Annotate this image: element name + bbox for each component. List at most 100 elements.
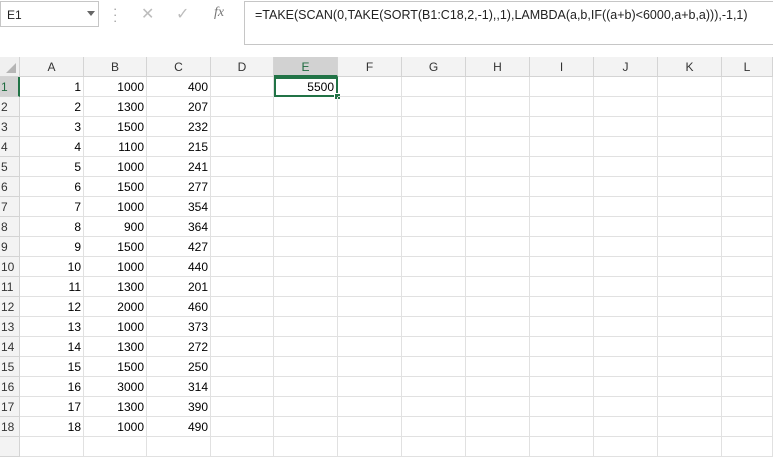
- name-box[interactable]: E1: [0, 1, 99, 27]
- cell-b18[interactable]: 1000: [84, 417, 147, 437]
- cell-l7[interactable]: [722, 197, 773, 217]
- cell-e16[interactable]: [274, 377, 338, 397]
- cell-c13[interactable]: 373: [147, 317, 211, 337]
- cell-i16[interactable]: [530, 377, 594, 397]
- cell-j11[interactable]: [594, 277, 658, 297]
- row-header[interactable]: 17: [0, 397, 20, 417]
- column-header-h[interactable]: H: [466, 57, 530, 77]
- insert-function-button[interactable]: fx: [214, 5, 224, 21]
- cell-e19[interactable]: [274, 437, 338, 457]
- cell-a6[interactable]: 6: [20, 177, 84, 197]
- column-header-b[interactable]: B: [84, 57, 147, 77]
- cell-b3[interactable]: 1500: [84, 117, 147, 137]
- column-header-f[interactable]: F: [338, 57, 402, 77]
- cell-l12[interactable]: [722, 297, 773, 317]
- cell-g3[interactable]: [402, 117, 466, 137]
- row-header[interactable]: 6: [0, 177, 20, 197]
- cell-k3[interactable]: [658, 117, 722, 137]
- cell-d14[interactable]: [211, 337, 274, 357]
- cell-j10[interactable]: [594, 257, 658, 277]
- cell-k16[interactable]: [658, 377, 722, 397]
- cell-l2[interactable]: [722, 97, 773, 117]
- cell-b19[interactable]: [84, 437, 147, 457]
- cell-j14[interactable]: [594, 337, 658, 357]
- cell-k19[interactable]: [658, 437, 722, 457]
- cell-h3[interactable]: [466, 117, 530, 137]
- cell-g4[interactable]: [402, 137, 466, 157]
- cell-a9[interactable]: 9: [20, 237, 84, 257]
- cell-e12[interactable]: [274, 297, 338, 317]
- drag-handle-icon[interactable]: · · ·: [113, 2, 117, 27]
- cell-k4[interactable]: [658, 137, 722, 157]
- cell-g2[interactable]: [402, 97, 466, 117]
- row-header[interactable]: 10: [0, 257, 20, 277]
- cell-k18[interactable]: [658, 417, 722, 437]
- cell-i9[interactable]: [530, 237, 594, 257]
- cell-l4[interactable]: [722, 137, 773, 157]
- cell-c4[interactable]: 215: [147, 137, 211, 157]
- cell-g19[interactable]: [402, 437, 466, 457]
- cell-b1[interactable]: 1000: [84, 77, 147, 97]
- cell-d7[interactable]: [211, 197, 274, 217]
- cell-l19[interactable]: [722, 437, 773, 457]
- row-header[interactable]: 16: [0, 377, 20, 397]
- cell-h16[interactable]: [466, 377, 530, 397]
- cell-f8[interactable]: [338, 217, 402, 237]
- cell-j5[interactable]: [594, 157, 658, 177]
- cell-k10[interactable]: [658, 257, 722, 277]
- cell-d9[interactable]: [211, 237, 274, 257]
- cell-c18[interactable]: 490: [147, 417, 211, 437]
- cell-g9[interactable]: [402, 237, 466, 257]
- column-header-d[interactable]: D: [211, 57, 274, 77]
- row-header[interactable]: 12: [0, 297, 20, 317]
- cell-l18[interactable]: [722, 417, 773, 437]
- cell-f15[interactable]: [338, 357, 402, 377]
- cell-h17[interactable]: [466, 397, 530, 417]
- cell-f19[interactable]: [338, 437, 402, 457]
- cell-k8[interactable]: [658, 217, 722, 237]
- cell-d8[interactable]: [211, 217, 274, 237]
- cell-f4[interactable]: [338, 137, 402, 157]
- cell-b8[interactable]: 900: [84, 217, 147, 237]
- column-header-k[interactable]: K: [658, 57, 722, 77]
- cell-e9[interactable]: [274, 237, 338, 257]
- cell-j16[interactable]: [594, 377, 658, 397]
- cell-d10[interactable]: [211, 257, 274, 277]
- cell-l16[interactable]: [722, 377, 773, 397]
- column-header-g[interactable]: G: [402, 57, 466, 77]
- cell-c8[interactable]: 364: [147, 217, 211, 237]
- column-header-e[interactable]: E: [274, 57, 338, 77]
- cell-f17[interactable]: [338, 397, 402, 417]
- cell-d6[interactable]: [211, 177, 274, 197]
- cell-g15[interactable]: [402, 357, 466, 377]
- row-header[interactable]: 5: [0, 157, 20, 177]
- cell-h13[interactable]: [466, 317, 530, 337]
- cell-d12[interactable]: [211, 297, 274, 317]
- cell-e14[interactable]: [274, 337, 338, 357]
- row-header[interactable]: 15: [0, 357, 20, 377]
- cell-l8[interactable]: [722, 217, 773, 237]
- cell-k14[interactable]: [658, 337, 722, 357]
- cell-g5[interactable]: [402, 157, 466, 177]
- cell-a5[interactable]: 5: [20, 157, 84, 177]
- cell-b14[interactable]: 1300: [84, 337, 147, 357]
- column-header-l[interactable]: L: [722, 57, 773, 77]
- cell-g11[interactable]: [402, 277, 466, 297]
- cell-l17[interactable]: [722, 397, 773, 417]
- cell-b7[interactable]: 1000: [84, 197, 147, 217]
- cell-f14[interactable]: [338, 337, 402, 357]
- column-header-i[interactable]: I: [530, 57, 594, 77]
- cell-l9[interactable]: [722, 237, 773, 257]
- cell-i14[interactable]: [530, 337, 594, 357]
- cell-b9[interactable]: 1500: [84, 237, 147, 257]
- cell-c16[interactable]: 314: [147, 377, 211, 397]
- cell-a19[interactable]: [20, 437, 84, 457]
- cell-h19[interactable]: [466, 437, 530, 457]
- row-header[interactable]: 4: [0, 137, 20, 157]
- cell-j8[interactable]: [594, 217, 658, 237]
- row-header[interactable]: 18: [0, 417, 20, 437]
- cell-k15[interactable]: [658, 357, 722, 377]
- cell-l3[interactable]: [722, 117, 773, 137]
- cell-a1[interactable]: 1: [20, 77, 84, 97]
- cell-k9[interactable]: [658, 237, 722, 257]
